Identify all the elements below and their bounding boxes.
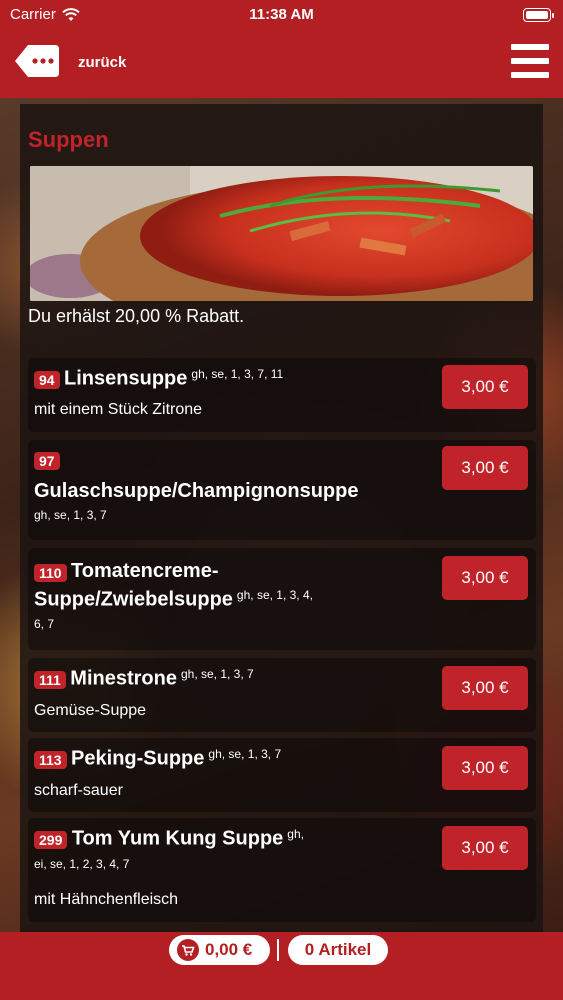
item-number-badge: 110: [34, 563, 67, 582]
app-header: zurück: [0, 30, 563, 98]
soup-bowl-illustration: [30, 166, 533, 301]
item-name: Linsensuppe: [64, 367, 188, 390]
section-title: Suppen: [28, 127, 109, 152]
item-name: Peking-Suppe: [71, 747, 205, 770]
item-number-badge: 111: [34, 671, 66, 690]
menu-item[interactable]: 299 Tom Yum Kung Suppe gh, ei, se, 1, 2, …: [28, 818, 536, 922]
menu-bar: [511, 44, 549, 50]
bottom-divider: [277, 939, 279, 961]
item-description: mit einem Stück Zitrone: [34, 401, 203, 418]
item-allergens: gh, se, 1, 3, 7: [180, 667, 254, 681]
bottom-bar: [0, 932, 563, 1000]
item-description: mit Hähnchenfleisch: [34, 891, 179, 908]
item-name-line2: Suppe/Zwiebelsuppe: [34, 588, 233, 611]
item-number-badge: 299: [34, 831, 68, 850]
item-allergens: gh, se, 1, 3, 7: [208, 747, 282, 761]
item-description: scharf-sauer: [34, 782, 123, 799]
cart-total: 0,00 €: [205, 940, 253, 959]
menu-item[interactable]: 94 Linsensuppe gh, se, 1, 3, 7, 11 mit ei…: [28, 358, 536, 432]
item-name: Tom Yum Kung Suppe: [71, 827, 284, 850]
cart-count-button[interactable]: 0 Artikel: [288, 935, 388, 965]
menu-bar: [511, 72, 549, 78]
menu-item[interactable]: 110 Tomatencreme- Suppe/Zwiebelsuppe gh, …: [28, 548, 536, 650]
price-button[interactable]: 3,00 €: [442, 556, 528, 600]
hamburger-menu-icon[interactable]: [511, 44, 549, 78]
item-description: Gemüse-Suppe: [34, 702, 147, 719]
item-allergens: gh, se, 1, 3, 7: [34, 508, 107, 522]
menu-item[interactable]: 113 Peking-Suppe gh, se, 1, 3, 7 scharf-s…: [28, 738, 536, 812]
cart-icon: [177, 939, 199, 961]
menu-item[interactable]: 97 Gulaschsuppe/Champignonsuppe gh, se, …: [28, 440, 536, 540]
item-allergens: gh, se, 1, 3, 4,: [236, 588, 313, 602]
cart-total-button[interactable]: 0,00 €: [169, 935, 270, 965]
price-button[interactable]: 3,00 €: [442, 826, 528, 870]
discount-text: Du erhälst 20,00 % Rabatt.: [28, 306, 245, 326]
price-button[interactable]: 3,00 €: [442, 446, 528, 490]
item-number-badge: 94: [34, 371, 60, 390]
price-button[interactable]: 3,00 €: [442, 666, 528, 710]
item-number-badge: 113: [34, 751, 67, 770]
item-allergens: gh, se, 1, 3, 7, 11: [191, 367, 284, 381]
back-button[interactable]: [14, 44, 60, 78]
menu-bar: [511, 58, 549, 64]
battery-icon: [523, 8, 554, 22]
status-time: 11:38 AM: [249, 6, 314, 23]
item-name-line1: Tomatencreme-: [71, 560, 219, 582]
item-number-badge: 97: [34, 452, 60, 470]
price-button[interactable]: 3,00 €: [442, 365, 528, 409]
back-arrow-icon: [15, 45, 59, 77]
item-allergens-continued: 6, 7: [34, 617, 55, 631]
item-allergens: gh,: [287, 827, 304, 841]
item-name: Minestrone: [70, 667, 177, 690]
item-name: Gulaschsuppe/Champignonsuppe: [34, 480, 359, 502]
soup-hero-image: [30, 166, 533, 301]
item-allergens-continued: ei, se, 1, 2, 3, 4, 7: [34, 857, 130, 871]
price-button[interactable]: 3,00 €: [442, 746, 528, 790]
status-bar: Carrier 11:38 AM: [0, 0, 563, 30]
menu-item[interactable]: 111 Minestrone gh, se, 1, 3, 7 Gemüse-Sup…: [28, 658, 536, 732]
back-label[interactable]: zurück: [78, 54, 126, 71]
